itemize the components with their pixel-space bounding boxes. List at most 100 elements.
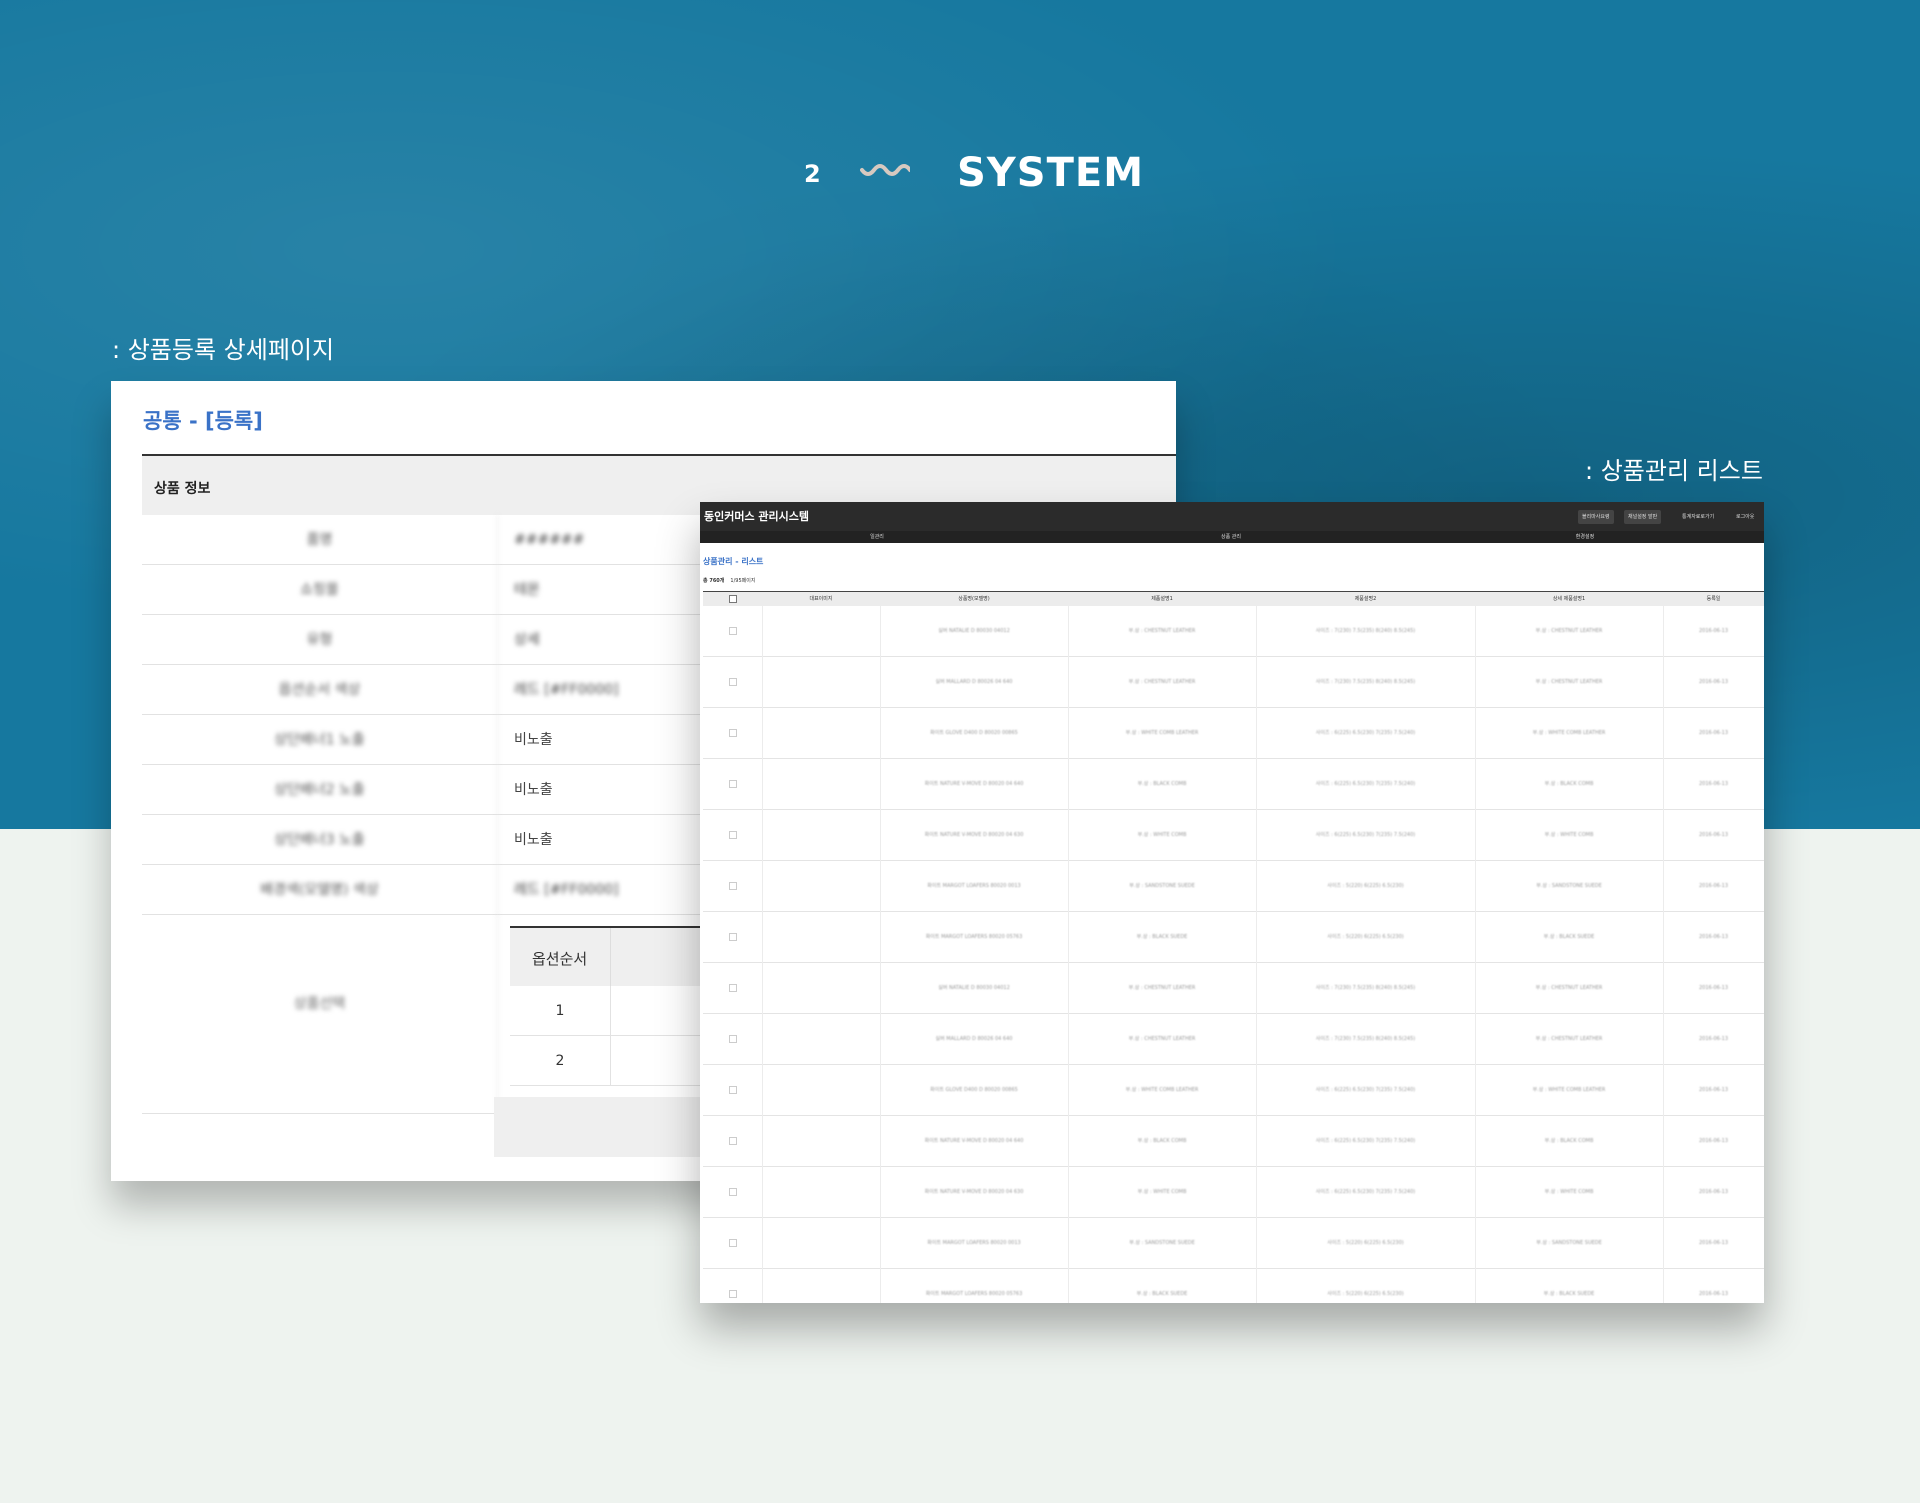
table-cell: 2016-06-13 bbox=[1698, 985, 1729, 991]
table-row[interactable]: 실버 MALLARD D 80026 04 640 부.상 : CHESTNUT … bbox=[703, 657, 1764, 708]
table-cell: 화이트 GLOVE D400 D 80020 00865 bbox=[930, 1087, 1018, 1093]
table-row[interactable]: 화이트 NATURE V-MOVE D 80020 04 640 부.상 : BL… bbox=[703, 759, 1764, 810]
row-checkbox[interactable] bbox=[729, 729, 737, 737]
page-indicator: 1/95페이지 bbox=[730, 578, 756, 584]
page-title: 공통 - [등록] bbox=[143, 409, 263, 433]
form-value[interactable]: 레드 [#FF0000] bbox=[514, 665, 619, 715]
table-cell: 부.상 : WHITE COMB bbox=[1544, 832, 1594, 838]
row-checkbox[interactable] bbox=[729, 678, 737, 686]
table-cell: 2016-06-13 bbox=[1698, 781, 1729, 787]
table-cell: 화이트 NATURE V-MOVE D 80020 04 640 bbox=[924, 781, 1024, 787]
row-checkbox[interactable] bbox=[729, 984, 737, 992]
header-link[interactable]: 통계자료로가기 bbox=[1682, 510, 1714, 524]
table-row[interactable]: 실버 NATALIE D 80030 04012 부.상 : CHESTNUT L… bbox=[703, 606, 1764, 657]
table-cell: 부.상 : SANDSTONE SUEDE bbox=[1129, 883, 1195, 889]
row-checkbox[interactable] bbox=[729, 933, 737, 941]
table-cell: 화이트 NATURE V-MOVE D 80020 04 630 bbox=[924, 832, 1024, 838]
select-all-checkbox[interactable] bbox=[729, 595, 737, 603]
table-row[interactable]: 화이트 MARGOT LOAFERS 80020 05763 부.상 : BLAC… bbox=[703, 1269, 1764, 1303]
section-header-label: 상품 정보 bbox=[154, 481, 211, 497]
row-checkbox[interactable] bbox=[729, 882, 737, 890]
table-row[interactable]: 화이트 MARGOT LOAFERS 80020 0013 부.상 : SANDS… bbox=[703, 861, 1764, 912]
row-checkbox[interactable] bbox=[729, 1188, 737, 1196]
row-checkbox[interactable] bbox=[729, 627, 737, 635]
form-label: 옵션순서 색상 bbox=[142, 665, 498, 715]
table-cell: 화이트 NATURE V-MOVE D 80020 04 630 bbox=[924, 1189, 1024, 1195]
table-row[interactable]: 화이트 MARGOT LOAFERS 80020 0013 부.상 : SANDS… bbox=[703, 1218, 1764, 1269]
result-count: 총 760개 1/95페이지 bbox=[703, 577, 755, 584]
form-value[interactable]: 비노출 bbox=[514, 715, 553, 765]
table-cell: 사이즈 : 5(220) 6(225) 6.5(230) bbox=[1327, 1240, 1404, 1246]
table-cell: 부.상 : BLACK SUEDE bbox=[1136, 934, 1188, 940]
table-cell: 화이트 MARGOT LOAFERS 80020 0013 bbox=[927, 883, 1021, 889]
table-row[interactable]: 실버 NATALIE D 80030 04012 부.상 : CHESTNUT L… bbox=[703, 963, 1764, 1014]
table-cell: 2016-06-13 bbox=[1698, 1138, 1729, 1144]
form-label: 유형 bbox=[142, 615, 498, 665]
row-checkbox[interactable] bbox=[729, 780, 737, 788]
table-cell: 2016-06-13 bbox=[1698, 679, 1729, 685]
row-checkbox[interactable] bbox=[729, 1290, 737, 1298]
table-cell: 부.상 : CHESTNUT LEATHER bbox=[1535, 679, 1603, 685]
table-row[interactable]: 화이트 NATURE V-MOVE D 80020 04 630 부.상 : WH… bbox=[703, 1167, 1764, 1218]
table-row[interactable]: 화이트 GLOVE D400 D 80020 00865 부.상 : WHITE … bbox=[703, 1065, 1764, 1116]
table-cell: 사이즈 : 6(225) 6.5(230) 7(235) 7.5(240) bbox=[1315, 1189, 1416, 1195]
main-nav: 일관리 상품 관리 환경설정 bbox=[700, 531, 1764, 543]
admin-header: 동인커머스 관리시스템 블리마사요령 채널설정 발판 통계자료로가기 로그아웃 bbox=[700, 502, 1764, 531]
form-value[interactable]: 레드 [#FF0000] bbox=[514, 865, 619, 915]
table-cell: 부.상 : BLACK SUEDE bbox=[1543, 934, 1595, 940]
table-cell: 화이트 GLOVE D400 D 80020 00865 bbox=[930, 730, 1018, 736]
table-cell: 사이즈 : 5(220) 6(225) 6.5(230) bbox=[1327, 934, 1404, 940]
table-cell: 실버 NATALIE D 80030 04012 bbox=[938, 628, 1010, 634]
nav-item[interactable]: 환경설정 bbox=[1408, 531, 1762, 543]
detail-page-caption: : 상품등록 상세페이지 bbox=[112, 336, 335, 364]
row-checkbox[interactable] bbox=[729, 831, 737, 839]
table-cell: 사이즈 : 6(225) 6.5(230) 7(235) 7.5(240) bbox=[1315, 832, 1416, 838]
table-row[interactable]: 화이트 GLOVE D400 D 80020 00865 부.상 : WHITE … bbox=[703, 708, 1764, 759]
column-header: 제품설명1 bbox=[1151, 596, 1173, 602]
table-cell: 실버 MALLARD D 80026 04 640 bbox=[935, 1036, 1013, 1042]
table-cell: 2016-06-13 bbox=[1698, 1036, 1729, 1042]
form-value[interactable]: 비노출 bbox=[514, 765, 553, 815]
table-cell: 사이즈 : 7(230) 7.5(235) 8(240) 8.5(245) bbox=[1315, 1036, 1416, 1042]
table-cell: 2016-06-13 bbox=[1698, 1240, 1729, 1246]
form-value[interactable]: ###### bbox=[514, 515, 584, 565]
table-cell: 실버 NATALIE D 80030 04012 bbox=[938, 985, 1010, 991]
table-cell: 사이즈 : 5(220) 6(225) 6.5(230) bbox=[1327, 1291, 1404, 1297]
table-row[interactable]: 화이트 NATURE V-MOVE D 80020 04 630 부.상 : WH… bbox=[703, 810, 1764, 861]
table-cell: 부.상 : CHESTNUT LEATHER bbox=[1535, 628, 1603, 634]
table-cell: 사이즈 : 7(230) 7.5(235) 8(240) 8.5(245) bbox=[1315, 985, 1416, 991]
form-value[interactable]: 상세 bbox=[514, 615, 540, 665]
form-label: 상단배너3 노출 bbox=[142, 815, 498, 865]
breadcrumb: 상품관리 - 리스트 bbox=[703, 557, 764, 566]
form-value[interactable]: 비노출 bbox=[514, 815, 553, 865]
form-value[interactable]: 테몬 bbox=[514, 565, 540, 615]
row-checkbox[interactable] bbox=[729, 1239, 737, 1247]
row-checkbox[interactable] bbox=[729, 1035, 737, 1043]
table-cell: 사이즈 : 6(225) 6.5(230) 7(235) 7.5(240) bbox=[1315, 1138, 1416, 1144]
wave-icon bbox=[860, 164, 910, 176]
section-title: SYSTEM bbox=[957, 150, 1144, 196]
header-button[interactable]: 블리마사요령 bbox=[1578, 510, 1614, 524]
logout-link[interactable]: 로그아웃 bbox=[1736, 510, 1754, 524]
table-cell: 부.상 : BLACK COMB bbox=[1544, 781, 1594, 787]
table-cell: 사이즈 : 5(220) 6(225) 6.5(230) bbox=[1327, 883, 1404, 889]
table-row[interactable]: 실버 MALLARD D 80026 04 640 부.상 : CHESTNUT … bbox=[703, 1014, 1764, 1065]
table-cell: 부.상 : WHITE COMB LEATHER bbox=[1532, 730, 1606, 736]
row-checkbox[interactable] bbox=[729, 1086, 737, 1094]
table-cell: 화이트 MARGOT LOAFERS 80020 05763 bbox=[925, 1291, 1023, 1297]
header-button[interactable]: 채널설정 발판 bbox=[1624, 510, 1662, 524]
table-cell: 사이즈 : 6(225) 6.5(230) 7(235) 7.5(240) bbox=[1315, 730, 1416, 736]
form-label: 상단배너2 노출 bbox=[142, 765, 498, 815]
table-row[interactable]: 화이트 NATURE V-MOVE D 80020 04 640 부.상 : BL… bbox=[703, 1116, 1764, 1167]
table-cell: 부.상 : BLACK SUEDE bbox=[1136, 1291, 1188, 1297]
column-header: 제품설명2 bbox=[1354, 596, 1377, 602]
nav-item[interactable]: 일관리 bbox=[700, 531, 1054, 543]
table-cell: 부.상 : SANDSTONE SUEDE bbox=[1536, 1240, 1602, 1246]
table-cell: 부.상 : BLACK COMB bbox=[1544, 1138, 1594, 1144]
form-label: 상단배너1 노출 bbox=[142, 715, 498, 765]
table-row[interactable]: 화이트 MARGOT LOAFERS 80020 05763 부.상 : BLAC… bbox=[703, 912, 1764, 963]
row-checkbox[interactable] bbox=[729, 1137, 737, 1145]
nav-item[interactable]: 상품 관리 bbox=[1054, 531, 1408, 543]
table-cell: 사이즈 : 6(225) 6.5(230) 7(235) 7.5(240) bbox=[1315, 1087, 1416, 1093]
admin-brand: 동인커머스 관리시스템 bbox=[704, 510, 810, 523]
